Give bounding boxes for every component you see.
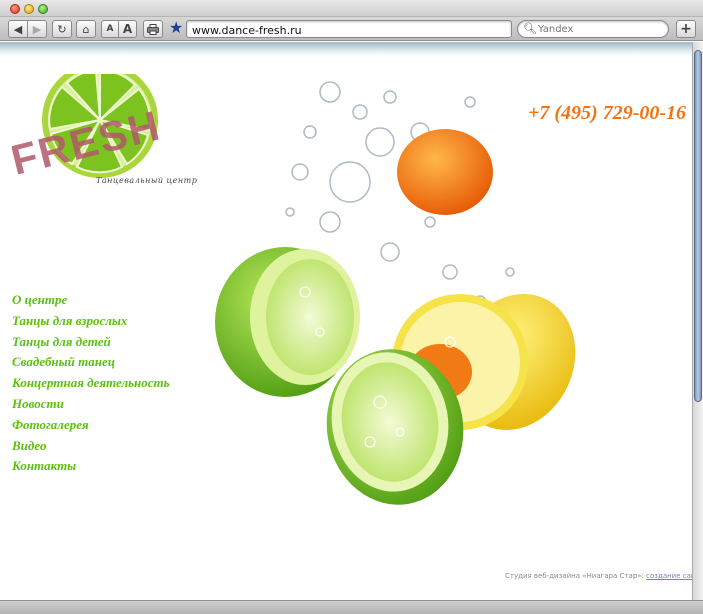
- zoom-window-button[interactable]: [38, 4, 48, 14]
- search-icon: 🔍︎: [523, 23, 537, 35]
- window-titlebar: [0, 0, 703, 17]
- address-input[interactable]: [187, 22, 511, 39]
- fresh-lime-logo-icon: FRESH: [6, 62, 166, 184]
- menu-item-photo-gallery[interactable]: Фотогалерея: [12, 415, 170, 436]
- menu-item-video[interactable]: Видео: [12, 436, 170, 457]
- search-input[interactable]: [538, 21, 666, 37]
- forward-button[interactable]: ▶: [27, 20, 47, 38]
- menu-item-about[interactable]: О центре: [12, 290, 170, 311]
- forward-arrow-icon: ▶: [32, 22, 42, 36]
- menu-item-concerts[interactable]: Концертная деятельность: [12, 373, 170, 394]
- search-bar[interactable]: 🔍︎: [517, 20, 669, 38]
- menu-item-contacts[interactable]: Контакты: [12, 456, 170, 477]
- font-larger-button[interactable]: A: [118, 20, 137, 38]
- menu-item-kids-dance[interactable]: Танцы для детей: [12, 332, 170, 353]
- vertical-scrollbar[interactable]: [692, 42, 703, 600]
- browser-statusbar: [0, 600, 703, 614]
- citrus-splash-illustration: [215, 81, 576, 505]
- back-arrow-icon: ◀: [13, 22, 23, 36]
- close-window-button[interactable]: [10, 4, 20, 14]
- page-viewport: FRESH Танцевальный центр +7 (495) 729-00…: [0, 42, 692, 600]
- footer-credit-link[interactable]: создание сайта: [646, 572, 692, 580]
- home-icon: ⌂: [82, 22, 90, 36]
- print-button[interactable]: [143, 20, 163, 38]
- scrollbar-thumb[interactable]: [694, 50, 702, 402]
- add-bookmark-button[interactable]: +: [676, 20, 696, 38]
- address-bar[interactable]: [186, 20, 512, 39]
- water-surface-decoration: [0, 42, 692, 56]
- printer-icon: [147, 23, 159, 35]
- footer-credit: Студия веб-дизайна «Ниагара Стар»: созда…: [505, 572, 692, 580]
- reload-icon: ↻: [57, 22, 67, 36]
- menu-item-adult-dance[interactable]: Танцы для взрослых: [12, 311, 170, 332]
- logo-subtitle: Танцевальный центр: [96, 176, 198, 185]
- footer-credit-text: Студия веб-дизайна «Ниагара Стар»:: [505, 572, 647, 580]
- main-menu: О центре Танцы для взрослых Танцы для де…: [12, 290, 170, 477]
- home-button[interactable]: ⌂: [76, 20, 96, 38]
- bookmark-star-icon[interactable]: ★: [169, 19, 183, 39]
- reload-button[interactable]: ↻: [52, 20, 72, 38]
- menu-item-news[interactable]: Новости: [12, 394, 170, 415]
- browser-toolbar: ◀ ▶ ↻ ⌂ A A ★ 🔍︎ +: [0, 17, 703, 41]
- site-logo[interactable]: FRESH Танцевальный центр: [6, 62, 202, 185]
- font-smaller-button[interactable]: A: [101, 20, 119, 38]
- minimize-window-button[interactable]: [24, 4, 34, 14]
- back-button[interactable]: ◀: [8, 20, 28, 38]
- menu-item-wedding-dance[interactable]: Свадебный танец: [12, 352, 170, 373]
